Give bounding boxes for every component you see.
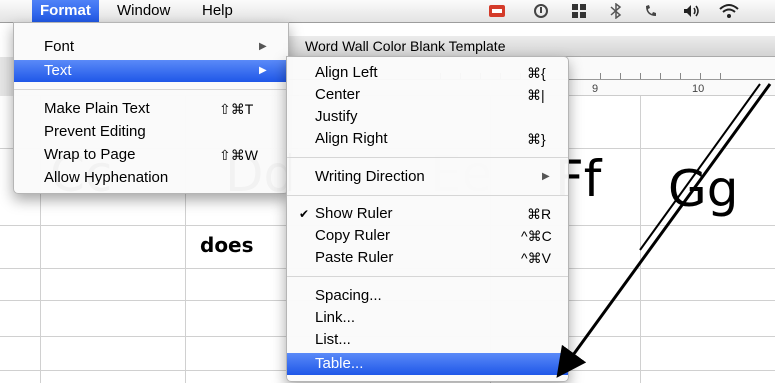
annotation-arrows: [556, 83, 772, 378]
annotation-arrow-line: [639, 83, 761, 251]
annotation-arrow: [556, 83, 772, 378]
